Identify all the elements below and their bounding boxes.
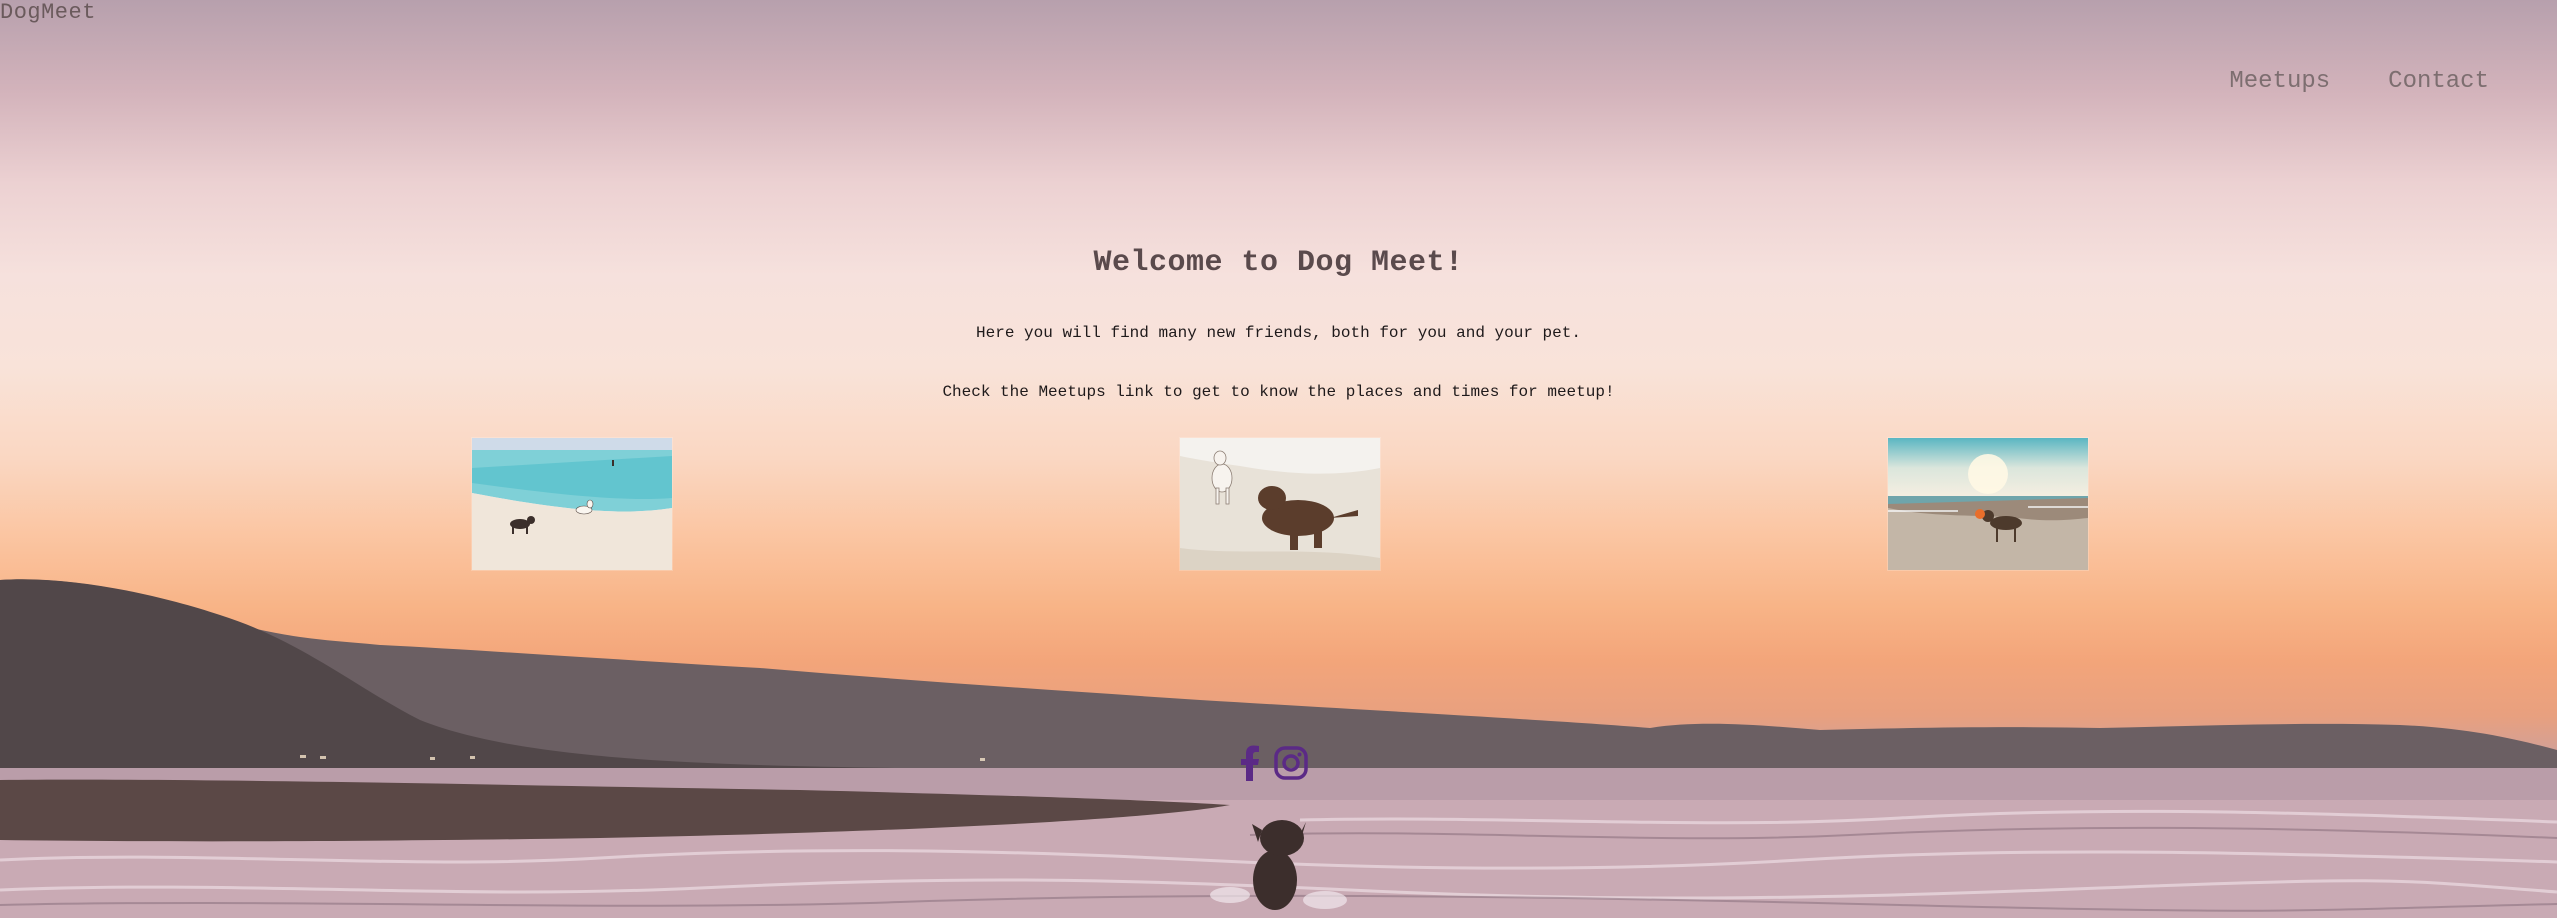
nav-link-contact[interactable]: Contact	[2388, 68, 2489, 95]
instagram-icon[interactable]	[1274, 746, 1308, 784]
gallery-photo-sunset-dog	[1888, 438, 2088, 570]
meetup-hint-text: Check the Meetups link to get to know th…	[942, 383, 1615, 401]
social-links	[1240, 745, 1308, 785]
brand-logo-text[interactable]: DogMeet	[0, 0, 96, 25]
nav-link-meetups[interactable]: Meetups	[2229, 68, 2330, 95]
gallery-photo-sand-dogs	[1180, 438, 1380, 570]
sunset-dog-photo	[1888, 438, 2088, 570]
beach-dogs-photo	[472, 438, 672, 570]
facebook-icon-graphic	[1241, 745, 1259, 781]
intro-text: Here you will find many new friends, bot…	[976, 324, 1581, 342]
main-nav: Meetups Contact	[2171, 68, 2489, 95]
sand-dogs-photo	[1180, 438, 1380, 570]
gallery-photo-beach-dogs	[472, 438, 672, 570]
instagram-icon-graphic	[1274, 746, 1308, 780]
page-title: Welcome to Dog Meet!	[1093, 246, 1464, 280]
facebook-icon[interactable]	[1240, 745, 1260, 785]
